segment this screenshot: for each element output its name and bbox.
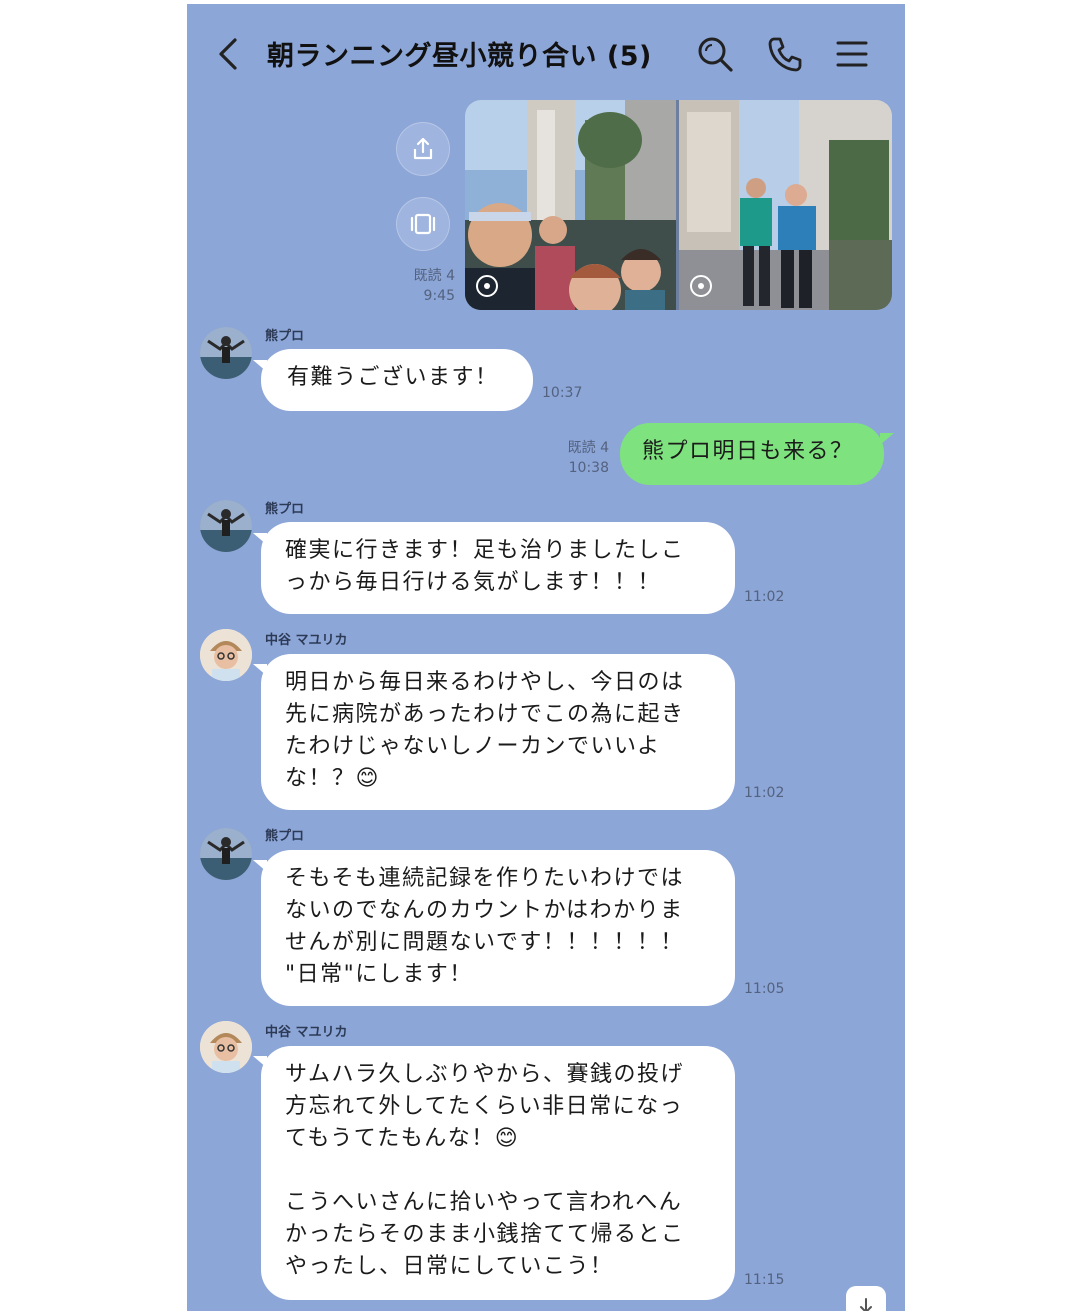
hamburger-menu-icon[interactable] bbox=[832, 34, 872, 74]
message-time: 10:38 bbox=[568, 460, 609, 476]
message-bubble[interactable]: 明日から毎日来るわけやし、今日のは 先に病院があったわけでこの為に起き たわけじ… bbox=[261, 654, 735, 810]
read-receipt: 既読 4 bbox=[413, 268, 455, 284]
message-time: 11:02 bbox=[744, 589, 785, 605]
sender-name: 中谷 マユリカ bbox=[265, 633, 348, 648]
message-time: 9:45 bbox=[423, 288, 455, 304]
bubble-tail bbox=[880, 433, 894, 445]
message-time: 11:15 bbox=[744, 1272, 785, 1288]
read-receipt: 既読 4 bbox=[567, 440, 609, 456]
own-message-bubble[interactable]: 熊プロ明日も来る？ bbox=[620, 423, 884, 485]
share-icon[interactable] bbox=[396, 122, 450, 176]
chevron-left-icon[interactable] bbox=[215, 36, 243, 72]
message-bubble[interactable]: 有難うございます！ bbox=[261, 349, 533, 411]
chat-header: 朝ランニング昼小競り合い (5) bbox=[187, 4, 905, 100]
avatar[interactable] bbox=[200, 500, 252, 552]
message-time: 10:37 bbox=[542, 385, 583, 401]
avatar[interactable] bbox=[200, 629, 252, 681]
arrow-down-icon[interactable] bbox=[846, 1286, 886, 1311]
avatar[interactable] bbox=[200, 828, 252, 880]
message-bubble[interactable]: 確実に行きます！足も治りましたしこ っから毎日行ける気がします！！！ bbox=[261, 522, 735, 614]
chat-title: 朝ランニング昼小競り合い (5) bbox=[267, 41, 652, 72]
search-icon[interactable] bbox=[695, 34, 735, 74]
sender-name: 熊プロ bbox=[265, 829, 305, 844]
phone-icon[interactable] bbox=[765, 34, 805, 74]
message-time: 11:05 bbox=[744, 981, 785, 997]
chat-screen: 朝ランニング昼小競り合い (5) 既読 4 9:45 熊プロ 有難うございます！… bbox=[187, 4, 905, 1311]
avatar[interactable] bbox=[200, 327, 252, 379]
message-time: 11:02 bbox=[744, 785, 785, 801]
own-message-meta: 既読 4 10:38 bbox=[555, 438, 609, 478]
photo-album-message[interactable] bbox=[465, 100, 892, 310]
photo-thumbnail[interactable] bbox=[679, 100, 892, 310]
slideshow-icon[interactable] bbox=[396, 197, 450, 251]
sender-name: 中谷 マユリカ bbox=[265, 1025, 348, 1040]
sender-name: 熊プロ bbox=[265, 502, 305, 517]
sender-name: 熊プロ bbox=[265, 329, 305, 344]
avatar[interactable] bbox=[200, 1021, 252, 1073]
message-bubble[interactable]: サムハラ久しぶりやから、賽銭の投げ 方忘れて外してたくらい非日常になっ てもうて… bbox=[261, 1046, 735, 1300]
message-bubble[interactable]: そもそも連続記録を作りたいわけでは ないのでなんのカウントかはわかりま せんが別… bbox=[261, 850, 735, 1006]
photo-thumbnail[interactable] bbox=[465, 100, 676, 310]
photo-message-meta: 既読 4 9:45 bbox=[397, 266, 455, 306]
